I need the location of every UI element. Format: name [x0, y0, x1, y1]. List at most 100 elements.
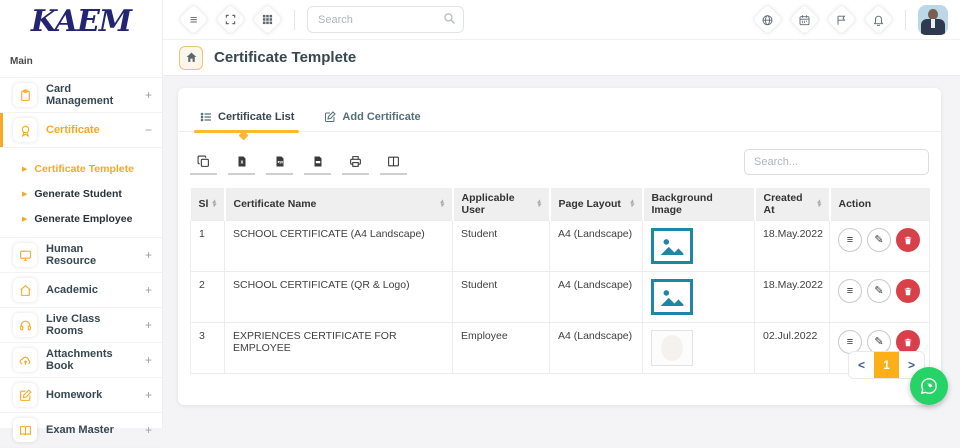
- row-delete-button[interactable]: [896, 279, 920, 303]
- global-search-input[interactable]: [307, 6, 464, 33]
- row-delete-button[interactable]: [896, 228, 920, 252]
- column-header-action: Action: [830, 188, 930, 221]
- globe-icon: [762, 14, 774, 26]
- whatsapp-button[interactable]: [910, 367, 948, 405]
- sidebar-item-human-resource[interactable]: Human Resource +: [0, 238, 162, 273]
- pdf-export-button[interactable]: [304, 150, 331, 175]
- cell-page-layout: A4 (Landscape): [550, 272, 643, 323]
- background-image-thumbnail[interactable]: [651, 330, 693, 366]
- book-icon: [13, 418, 37, 442]
- columns-icon: [387, 155, 400, 168]
- table-search-input[interactable]: [744, 149, 929, 175]
- column-header-created-at[interactable]: Created At▴▾: [755, 188, 830, 221]
- user-avatar[interactable]: [918, 5, 948, 35]
- cell-applicable-user: Student: [453, 221, 550, 272]
- column-header-sl[interactable]: Sl▴▾: [191, 188, 225, 221]
- sidebar-item-label: Attachments Book: [46, 348, 136, 372]
- sidebar-item-card-management[interactable]: Card Management +: [0, 78, 162, 113]
- csv-export-button[interactable]: [266, 150, 293, 175]
- headset-icon: [13, 313, 37, 337]
- caret-icon: ▶: [22, 165, 27, 173]
- pagination-prev-button[interactable]: <: [849, 352, 874, 378]
- row-menu-button[interactable]: ≡: [838, 279, 862, 303]
- table-row: 1 SCHOOL CERTIFICATE (A4 Landscape) Stud…: [191, 221, 930, 272]
- grid-icon: [262, 14, 273, 25]
- table-search: [744, 149, 929, 175]
- trash-icon: [903, 337, 913, 348]
- background-image-thumbnail[interactable]: [651, 228, 693, 264]
- cell-certificate-name: SCHOOL CERTIFICATE (A4 Landscape): [225, 221, 453, 272]
- row-menu-button[interactable]: ≡: [838, 228, 862, 252]
- file-pdf-icon: [312, 155, 324, 168]
- column-header-background-image[interactable]: Background Image: [643, 188, 755, 221]
- page-title: Certificate Templete: [214, 49, 356, 66]
- row-edit-button[interactable]: ✎: [867, 228, 891, 252]
- flag-icon: [836, 14, 848, 26]
- menu-icon: ≡: [847, 286, 853, 297]
- search-icon: [443, 12, 456, 30]
- certificate-panel: Certificate List Add Certificate: [178, 88, 941, 405]
- certificate-submenu: ▶ Certificate Templete ▶ Generate Studen…: [0, 148, 162, 238]
- column-header-applicable-user[interactable]: Applicable User▴▾: [453, 188, 550, 221]
- divider: [294, 10, 295, 30]
- file-csv-icon: [274, 155, 286, 168]
- notifications-button[interactable]: [862, 3, 895, 36]
- column-header-page-layout[interactable]: Page Layout▴▾: [550, 188, 643, 221]
- caret-icon: ▶: [22, 190, 27, 198]
- print-button[interactable]: [342, 150, 369, 175]
- cell-applicable-user: Student: [453, 272, 550, 323]
- tab-add-certificate[interactable]: Add Certificate: [324, 103, 420, 131]
- certificate-table: Sl▴▾ Certificate Name▴▾ Applicable User▴…: [190, 188, 930, 374]
- sidebar-item-label: Card Management: [46, 83, 136, 107]
- home-button[interactable]: [179, 46, 203, 70]
- fullscreen-button[interactable]: [214, 3, 247, 36]
- sidebar-item-academic[interactable]: Academic +: [0, 273, 162, 308]
- sidebar: KAEM Main Card Management + Certificate …: [0, 0, 163, 428]
- image-icon: [659, 235, 685, 257]
- cell-background-image: [643, 272, 755, 323]
- sidebar-item-homework[interactable]: Homework +: [0, 378, 162, 413]
- copy-button[interactable]: [190, 150, 217, 175]
- sidebar-item-attachments-book[interactable]: Attachments Book +: [0, 343, 162, 378]
- messages-button[interactable]: [825, 3, 858, 36]
- expand-icon: +: [145, 88, 152, 102]
- column-header-certificate-name[interactable]: Certificate Name▴▾: [225, 188, 453, 221]
- sidebar-item-label: Live Class Rooms: [46, 313, 136, 337]
- tab-bar: Certificate List Add Certificate: [178, 88, 941, 132]
- cell-sl: 2: [191, 272, 225, 323]
- sidebar-item-label: Homework: [46, 389, 136, 401]
- sidebar-subitem-certificate-templete[interactable]: ▶ Certificate Templete: [0, 156, 162, 181]
- list-icon: [200, 111, 212, 123]
- sidebar-item-certificate[interactable]: Certificate −: [0, 113, 162, 148]
- calendar-icon: [799, 14, 811, 26]
- language-button[interactable]: [751, 3, 784, 36]
- clipboard-icon: [13, 83, 37, 107]
- image-icon: [659, 286, 685, 308]
- cell-action: ≡ ✎: [830, 221, 930, 272]
- table-toolbar: [178, 132, 941, 185]
- sidebar-subitem-generate-employee[interactable]: ▶ Generate Employee: [0, 206, 162, 231]
- calendar-button[interactable]: [788, 3, 821, 36]
- pagination-page-1[interactable]: 1: [874, 352, 899, 378]
- sidebar-item-exam-master[interactable]: Exam Master +: [0, 413, 162, 448]
- cell-created-at: 18.May.2022: [755, 272, 830, 323]
- apps-grid-button[interactable]: [251, 3, 284, 36]
- row-edit-button[interactable]: ✎: [867, 279, 891, 303]
- sidebar-item-live-class-rooms[interactable]: Live Class Rooms +: [0, 308, 162, 343]
- cell-sl: 1: [191, 221, 225, 272]
- pencil-icon: ✎: [874, 286, 883, 297]
- fullscreen-icon: [225, 14, 236, 25]
- topbar: ≡: [163, 0, 960, 40]
- tab-certificate-list[interactable]: Certificate List: [200, 103, 294, 131]
- copy-icon: [197, 155, 210, 168]
- edit-square-icon: [324, 111, 336, 123]
- table-header-row: Sl▴▾ Certificate Name▴▾ Applicable User▴…: [191, 188, 930, 221]
- sidebar-toggle-button[interactable]: ≡: [177, 3, 210, 36]
- cell-background-image: [643, 323, 755, 374]
- cloud-upload-icon: [13, 348, 37, 372]
- sidebar-subitem-generate-student[interactable]: ▶ Generate Student: [0, 181, 162, 206]
- background-image-thumbnail[interactable]: [651, 279, 693, 315]
- cell-action: ≡ ✎: [830, 272, 930, 323]
- excel-export-button[interactable]: [228, 150, 255, 175]
- column-visibility-button[interactable]: [380, 150, 407, 175]
